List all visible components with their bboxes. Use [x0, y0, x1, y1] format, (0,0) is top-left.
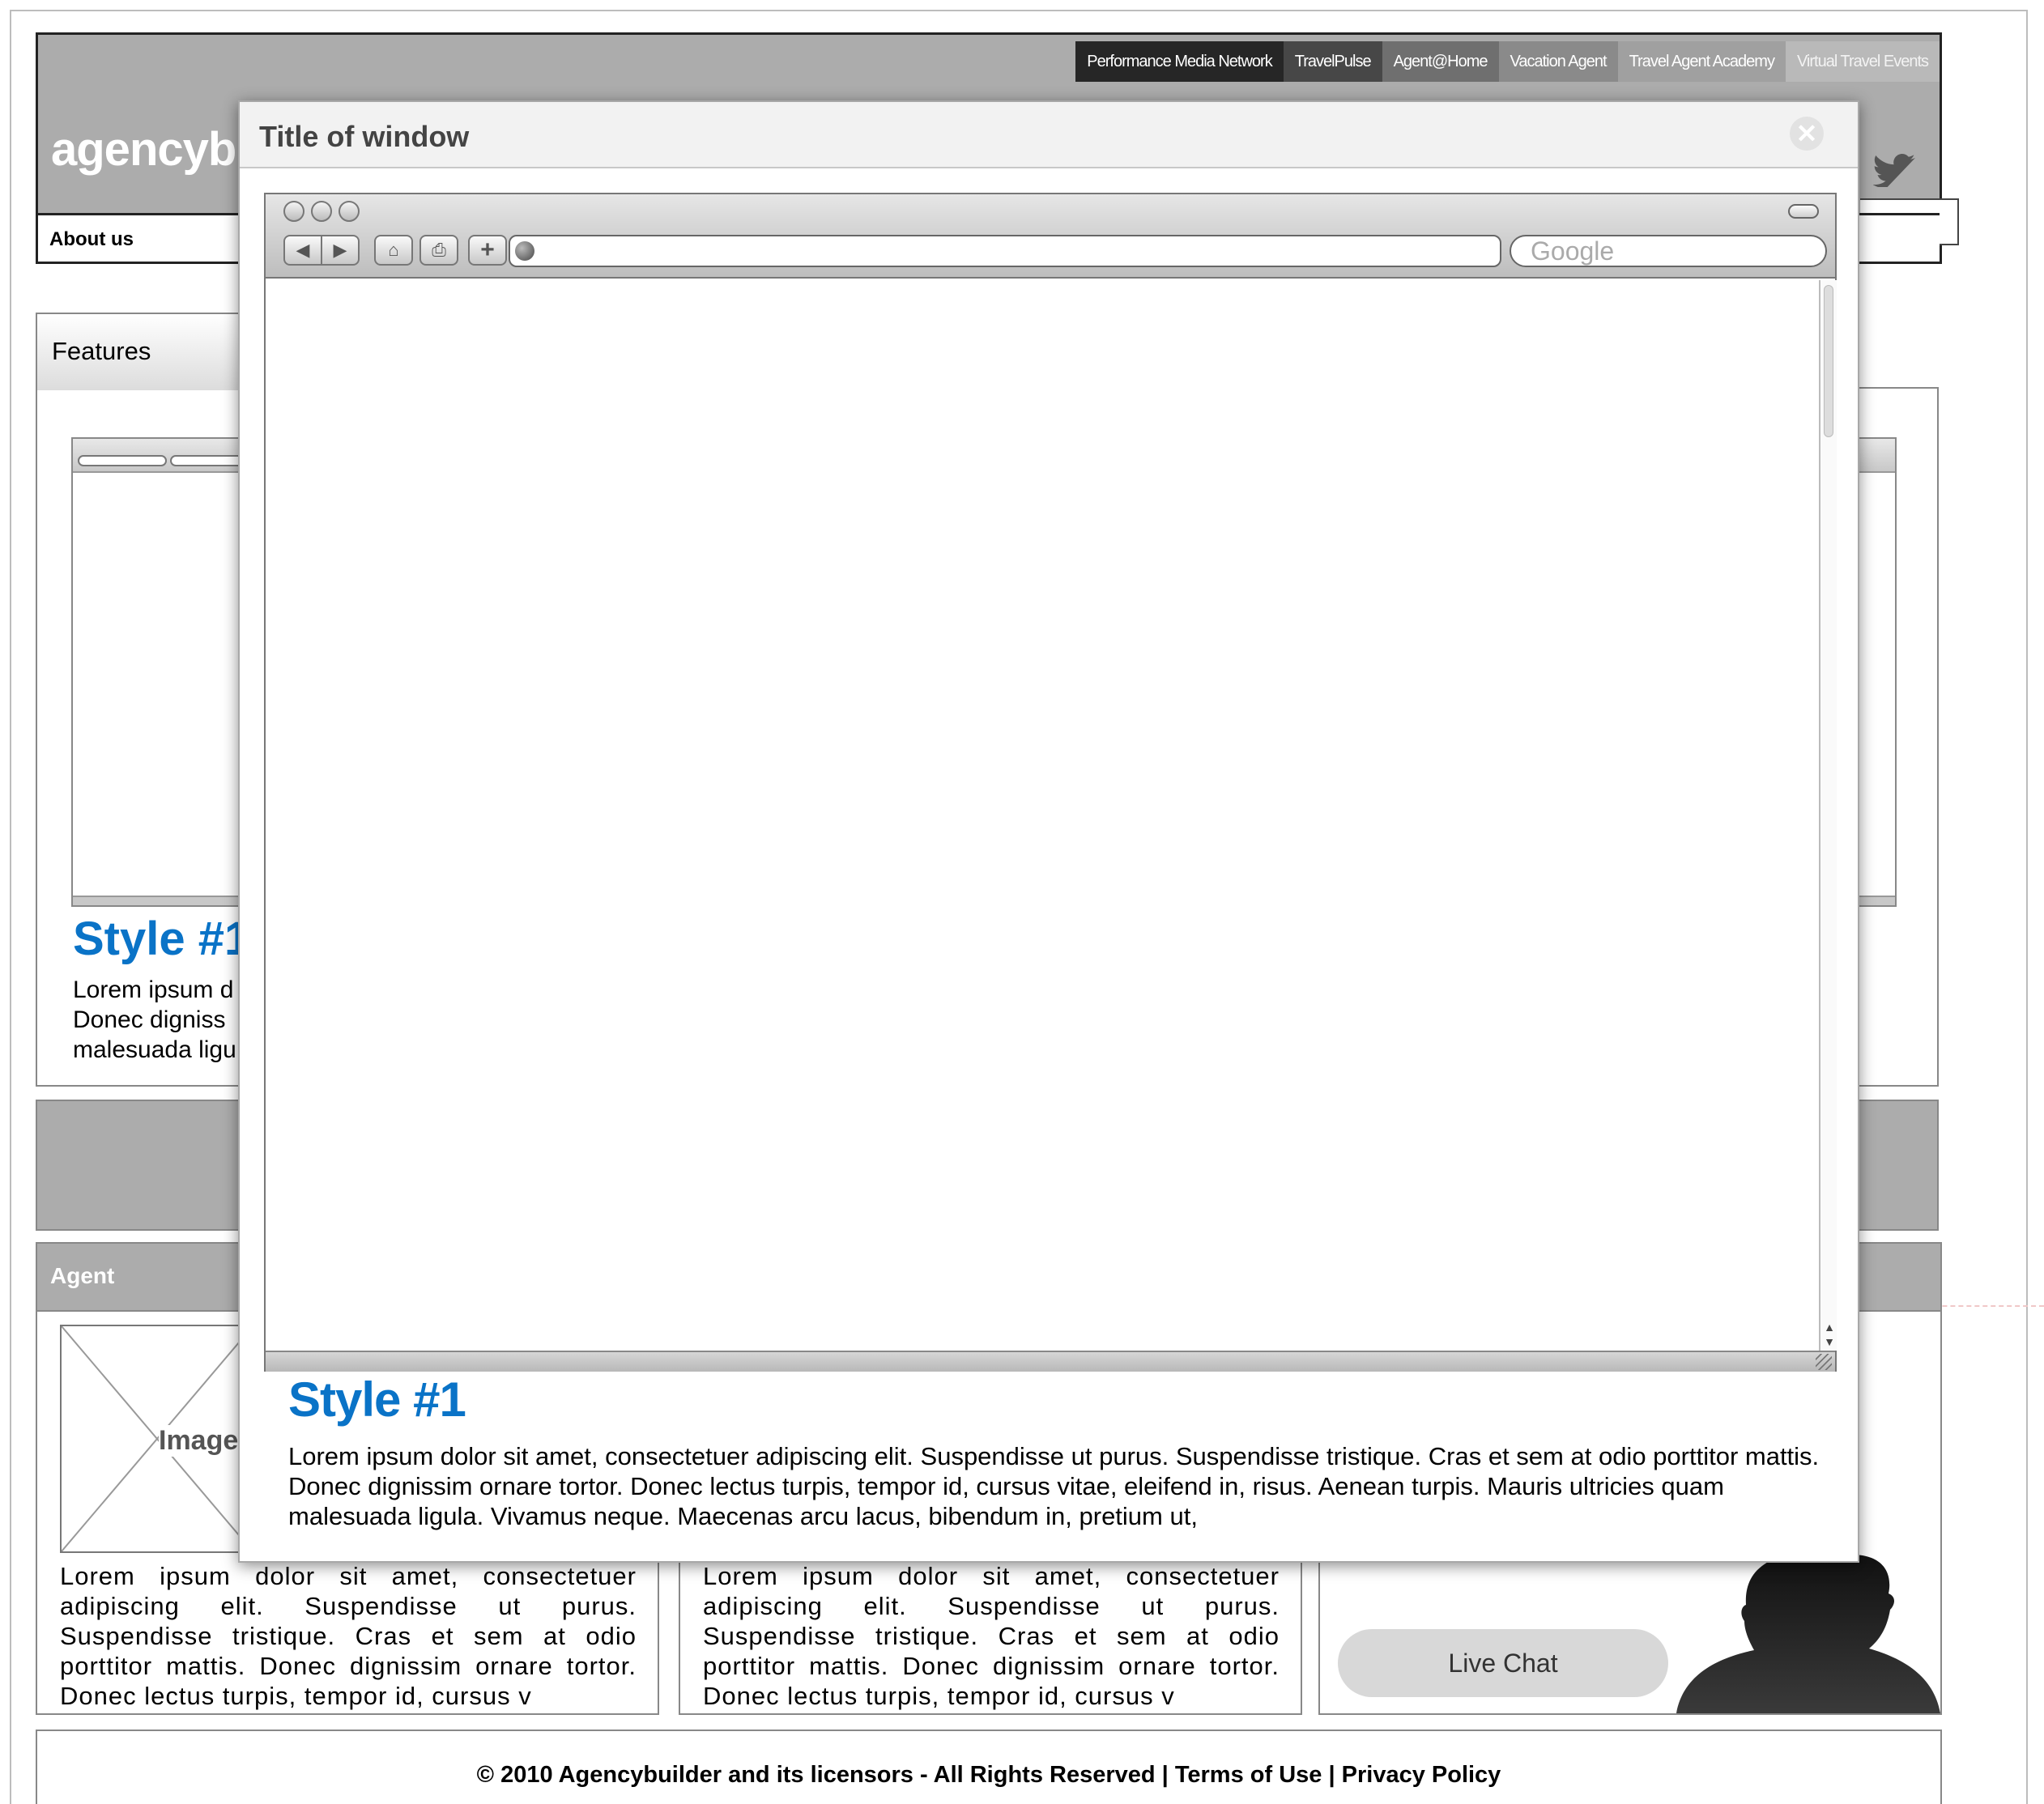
nav-travel-agent-academy[interactable]: Travel Agent Academy [1617, 41, 1786, 82]
embedded-browser: ◀ ▶ ⌂ ⎙ + Google ▲ ▼ [264, 193, 1837, 1372]
twitter-icon[interactable] [1873, 153, 1917, 187]
agent-silhouette-icon [1676, 1555, 1940, 1713]
modal-body-text: Lorem ipsum dolor sit amet, consectetuer… [288, 1442, 1820, 1530]
nav-virtual-travel-events[interactable]: Virtual Travel Events [1785, 41, 1940, 82]
browser-statusbar [266, 1351, 1835, 1372]
toolbar-field [78, 455, 167, 466]
add-bookmark-icon[interactable]: + [468, 235, 507, 266]
image-placeholder: Image [60, 1325, 254, 1553]
modal-style-title: Style #1 [288, 1372, 466, 1427]
browser-toolbar: ◀ ▶ ⌂ ⎙ + Google [266, 194, 1835, 279]
nav-about-us[interactable]: About us [49, 228, 134, 251]
home-icon[interactable]: ⌂ [374, 235, 413, 266]
forward-arrow-icon[interactable]: ▶ [321, 235, 360, 266]
back-arrow-icon[interactable]: ◀ [283, 235, 322, 266]
agent-section-label: Agent [50, 1263, 115, 1288]
site-logo[interactable]: agencybu [51, 122, 265, 177]
nav-agent-at-home[interactable]: Agent@Home [1382, 41, 1499, 82]
nav-performance-media-network[interactable]: Performance Media Network [1075, 41, 1284, 82]
print-icon[interactable]: ⎙ [419, 235, 458, 266]
image-placeholder-label: Image [159, 1425, 239, 1457]
live-chat-button[interactable]: Live Chat [1338, 1629, 1668, 1697]
window-minimize-icon[interactable] [311, 201, 332, 222]
modal-window: Title of window ✕ ◀ ▶ ⌂ ⎙ + Google ▲▼ S [238, 100, 1859, 1563]
window-close-icon[interactable] [283, 201, 304, 222]
resize-grip-icon[interactable] [1816, 1354, 1832, 1370]
features-tab-label: Features [52, 337, 151, 365]
site-footer: © 2010 Agencybuilder and its licensors -… [36, 1730, 1942, 1804]
modal-titlebar: Title of window ✕ [240, 102, 1858, 168]
modal-title: Title of window [259, 120, 470, 153]
network-nav: Performance Media Network TravelPulse Ag… [1075, 41, 1940, 82]
globe-icon [515, 241, 534, 261]
browser-search-input[interactable]: Google [1510, 235, 1827, 267]
agent-column-1-text: Lorem ipsum dolor sit amet, consectetuer… [60, 1562, 637, 1710]
features-style-title: Style #1 [73, 913, 251, 965]
address-bar-input[interactable] [509, 235, 1501, 267]
browser-content-area[interactable] [266, 280, 1819, 1351]
scroll-arrows-icon[interactable]: ▲ ▼ [1822, 1320, 1837, 1351]
nav-travelpulse[interactable]: TravelPulse [1283, 41, 1382, 82]
vertical-scrollbar[interactable]: ▲ ▼ [1819, 280, 1837, 1351]
features-tab[interactable]: Features [36, 313, 246, 390]
window-zoom-icon[interactable] [339, 201, 360, 222]
toolbar-toggle-icon[interactable] [1788, 204, 1819, 219]
close-icon[interactable]: ✕ [1790, 117, 1824, 151]
agent-column-2-text: Lorem ipsum dolor sit amet, consectetuer… [703, 1562, 1280, 1710]
nav-vacation-agent[interactable]: Vacation Agent [1498, 41, 1618, 82]
scrollbar-thumb[interactable] [1824, 285, 1833, 437]
footer-copyright[interactable]: © 2010 Agencybuilder and its licensors -… [37, 1762, 1940, 1789]
